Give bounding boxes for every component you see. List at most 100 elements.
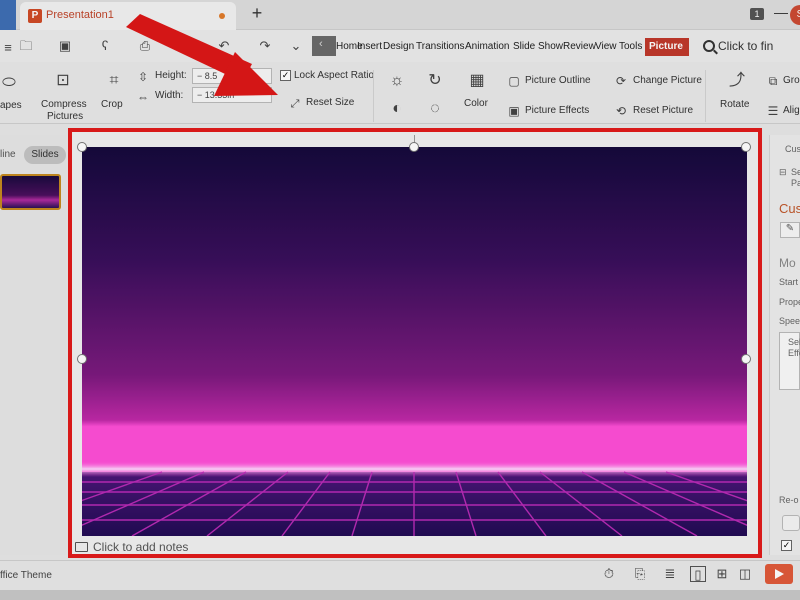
menu-tools[interactable]: Tools	[619, 41, 642, 52]
picture-effects-icon[interactable]: ▣	[507, 102, 521, 120]
height-value: 8.5	[204, 71, 218, 81]
shapes-icon[interactable]: ⬭	[0, 74, 18, 92]
group-button[interactable]: Grou	[783, 75, 800, 86]
backup-icon[interactable]: ⏱	[601, 566, 617, 582]
picture-outline-button[interactable]: Picture Outline	[525, 75, 591, 86]
tab-picture-tools[interactable]: Picture	[645, 38, 689, 56]
format-painter-icon[interactable]: ʕ	[97, 38, 113, 54]
change-picture-icon[interactable]: ⟳	[614, 72, 628, 90]
speed-label: Speed	[779, 316, 800, 326]
notes-toggle-icon[interactable]: ≣	[662, 566, 678, 582]
add-effect-button[interactable]: ✎	[780, 222, 800, 238]
resize-handle-right[interactable]	[741, 354, 751, 364]
compress-pictures-label-2[interactable]: Pictures	[47, 111, 83, 122]
play-preview-button[interactable]	[782, 515, 800, 531]
menu-view[interactable]: View	[595, 41, 617, 52]
home-tab-strip[interactable]	[0, 0, 16, 30]
menu-slide-show[interactable]: Slide Show	[513, 41, 563, 52]
search-icon[interactable]	[703, 40, 715, 52]
undo-icon[interactable]: ↶	[216, 38, 232, 54]
redo-icon[interactable]: ↷	[257, 38, 273, 54]
resize-handle-left[interactable]	[77, 354, 87, 364]
align-icon[interactable]: ☰	[766, 102, 780, 120]
notes-field[interactable]: Click to add notes	[93, 540, 188, 554]
rotate-icon[interactable]: ⤴	[726, 72, 748, 90]
reset-size-button[interactable]: Reset Size	[306, 97, 354, 108]
wps-presentation-window: P Presentation1 + 1 — S ≡ 🗀 ▣ ʕ ⎙ ↶ ↷ ⌄ …	[0, 0, 800, 600]
lock-aspect-checkbox[interactable]: ✓	[280, 70, 291, 81]
rotate-label[interactable]: Rotate	[720, 99, 749, 110]
normal-view-icon[interactable]: ▯	[690, 566, 706, 582]
brightness-icon[interactable]: ☼	[388, 72, 406, 90]
menu-insert[interactable]: Insert	[357, 41, 382, 52]
minimize-button[interactable]: —	[774, 4, 788, 20]
play-slideshow-button[interactable]	[765, 564, 793, 584]
document-name: Presentation1	[46, 9, 114, 21]
start-label: Start	[779, 277, 799, 287]
window-count-badge[interactable]: 1	[750, 8, 764, 20]
notes-icon	[75, 542, 88, 552]
slide-pane-icon[interactable]: ⎘	[632, 566, 648, 582]
group-icon[interactable]: ⧉	[766, 72, 780, 90]
width-value: 13.33in	[204, 90, 235, 100]
contrast-icon[interactable]: ◐	[388, 100, 406, 118]
resize-handle-top[interactable]	[409, 142, 419, 152]
resize-handle-top-right[interactable]	[741, 142, 751, 152]
reset-size-icon[interactable]: ⤢	[289, 95, 301, 113]
ribbon-divider	[373, 70, 374, 122]
slide-thumbnail[interactable]	[0, 174, 61, 210]
height-field[interactable]: − 8.5	[192, 68, 272, 84]
select-pane-icon[interactable]: ⊟	[779, 167, 787, 178]
save-icon[interactable]: ▣	[57, 38, 73, 54]
command-search-input[interactable]: Click to fin	[718, 39, 773, 53]
compress-pictures-icon[interactable]: ⊡	[53, 72, 73, 90]
resize-handle-top-left[interactable]	[77, 142, 87, 152]
compress-pictures-label-1[interactable]: Compress	[41, 99, 87, 110]
autopreview-checkbox[interactable]: ✓	[781, 540, 792, 551]
ribbon-divider	[705, 70, 706, 122]
select-pane-label[interactable]: Se	[791, 167, 800, 177]
height-label: Height:	[155, 70, 187, 81]
change-picture-button[interactable]: Change Picture	[633, 75, 702, 86]
picture-effects-button[interactable]: Picture Effects	[525, 105, 589, 116]
pane-tab[interactable]: Cus	[785, 144, 800, 154]
scroll-left-button[interactable]: ‹	[312, 36, 336, 56]
chevron-down-icon[interactable]: ⌄	[288, 38, 304, 54]
chevron-left-icon: ‹	[319, 38, 323, 50]
recolor-icon[interactable]: ↻	[426, 72, 444, 90]
menu-transitions[interactable]: Transitions	[416, 41, 465, 52]
taskbar-strip	[0, 590, 800, 600]
crop-icon[interactable]: ⌗	[104, 72, 124, 90]
new-tab-button[interactable]: +	[248, 3, 266, 23]
menu-icon[interactable]: ≡	[0, 40, 16, 56]
menu-animation[interactable]: Animation	[465, 41, 509, 52]
reset-picture-icon[interactable]: ⟲	[614, 102, 628, 120]
reading-view-icon[interactable]: ◫	[737, 566, 753, 582]
color-icon[interactable]: ▦	[466, 72, 488, 90]
reset-picture-button[interactable]: Reset Picture	[633, 105, 693, 116]
open-folder-icon[interactable]: 🗀	[18, 38, 34, 54]
effects-list-hint-1: Sel	[788, 337, 800, 347]
width-field[interactable]: − 13.33in	[192, 87, 272, 103]
width-label: Width:	[155, 90, 184, 101]
color-label[interactable]: Color	[464, 98, 488, 109]
align-button[interactable]: Alig	[783, 105, 800, 116]
picture-outline-icon[interactable]: ▢	[507, 72, 521, 90]
modify-label: Mo	[779, 256, 796, 270]
tab-slides[interactable]: Slides	[24, 146, 66, 164]
slide-sorter-icon[interactable]: ⊞	[714, 566, 730, 582]
select-pane-label-2: Pa	[791, 178, 800, 188]
width-icon: ⇔	[137, 90, 149, 104]
pane-title: Cust	[779, 201, 800, 216]
menu-design[interactable]: Design	[383, 41, 414, 52]
lock-aspect-label[interactable]: Lock Aspect Ratio	[294, 70, 374, 81]
menu-review[interactable]: Review	[563, 41, 596, 52]
synthwave-picture[interactable]	[82, 147, 747, 536]
crop-label[interactable]: Crop	[101, 99, 123, 110]
transparency-icon[interactable]: ◌	[426, 100, 444, 118]
print-icon[interactable]: ⎙	[137, 38, 153, 54]
theme-name[interactable]: ffice Theme	[0, 570, 52, 581]
document-tab[interactable]: P Presentation1	[20, 2, 236, 30]
slide-canvas[interactable]	[82, 147, 747, 536]
tab-outline[interactable]: line	[0, 149, 16, 160]
